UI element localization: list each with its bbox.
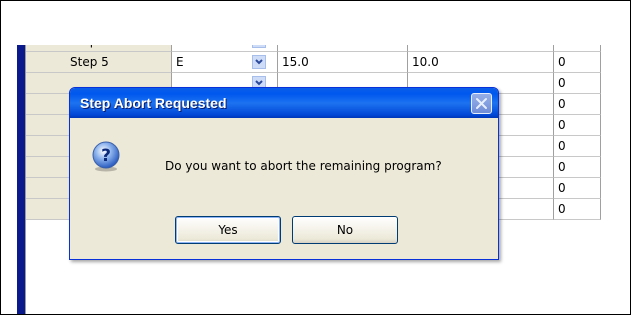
value3-cell[interactable]: 0 (554, 52, 601, 73)
table-row[interactable]: Step 5 E 15.0 10.0 0 (26, 52, 601, 73)
value3-cell[interactable]: 0 (554, 94, 601, 115)
dialog-title: Step Abort Requested (80, 95, 227, 111)
dialog-body: ? Do you want to abort the remaining pro… (73, 118, 495, 258)
value3-cell[interactable]: 0 (554, 115, 601, 136)
dialog-message: Do you want to abort the remaining progr… (165, 159, 442, 173)
value1-cell[interactable]: 15.0 (278, 52, 408, 73)
yes-button[interactable]: Yes (175, 216, 281, 244)
value3-cell[interactable]: 0 (554, 73, 601, 94)
value3-cell[interactable]: 0 (554, 136, 601, 157)
value2-cell[interactable]: 10.0 (408, 52, 554, 73)
svg-text:?: ? (101, 146, 111, 166)
no-button[interactable]: No (292, 216, 398, 244)
value3-cell[interactable]: 0 (554, 157, 601, 178)
sidebar-strip (17, 45, 25, 314)
step-cell: Step 5 (26, 52, 172, 73)
close-button[interactable] (471, 93, 492, 114)
dropdown-button[interactable] (252, 55, 266, 69)
dialog-titlebar[interactable]: Step Abort Requested (70, 88, 498, 118)
abort-dialog: Step Abort Requested ? Do you want to ab… (69, 87, 499, 260)
value3-cell[interactable]: 0 (554, 178, 601, 199)
close-icon (476, 98, 487, 109)
value3-cell[interactable]: 0 (554, 199, 601, 220)
question-icon: ? (90, 140, 122, 172)
top-margin (1, 1, 630, 45)
chevron-down-icon (255, 59, 263, 65)
